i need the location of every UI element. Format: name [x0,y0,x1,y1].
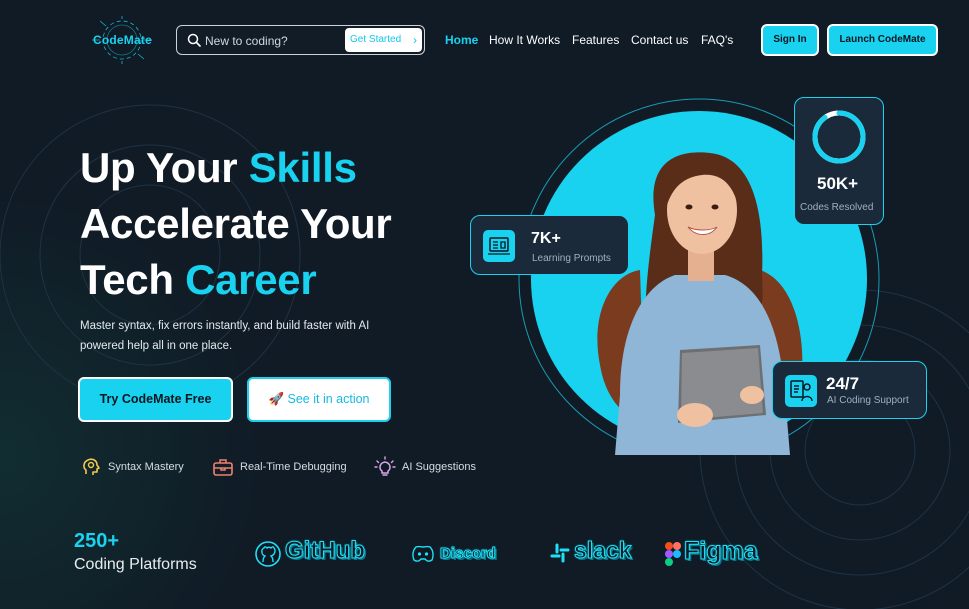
slack-icon [550,543,570,563]
github-icon [255,541,281,567]
screen-board-icon [483,230,515,262]
nav-features[interactable]: Features [572,33,619,47]
headline-line1: Up Your [80,144,249,191]
brain-bulb-icon [83,458,100,475]
search-input[interactable] [205,32,345,50]
see-it-in-action-button[interactable]: 🚀 See it in action [247,377,391,422]
launch-codemate-button[interactable]: Launch CodeMate [827,24,938,56]
github-logo: GitHub [285,537,366,565]
headline-accent-career: Career [185,256,317,303]
figma-icon [665,542,681,566]
feature-label: Syntax Mastery [108,461,184,473]
get-started-button[interactable]: Get Started › [345,28,422,52]
search-bar[interactable]: Get Started › [176,25,425,55]
landing-page: CodeMate Get Started › Home How It Works… [0,0,969,609]
platforms-label: Coding Platforms [74,556,197,573]
figma-logo: Figma [684,537,759,566]
sign-in-button[interactable]: Sign In [761,24,819,56]
nav-home[interactable]: Home [445,33,478,47]
feature-label: AI Suggestions [402,461,476,473]
support-label: AI Coding Support [827,395,909,406]
lightbulb-icon [374,456,396,476]
hero-subtext: Master syntax, fix errors instantly, and… [80,320,370,352]
get-started-label: Get Started [350,34,402,45]
hero-headline: Up Your Skills Accelerate Your Tech Care… [80,140,392,308]
codes-resolved-label: Codes Resolved [800,202,874,213]
headline-line3: Tech [80,256,186,303]
nav-contact-us[interactable]: Contact us [631,33,688,47]
codes-resolved-value: 50K+ [817,174,859,193]
nav-faqs[interactable]: FAQ's [701,33,733,47]
codes-resolved-card: 50K+ Codes Resolved [794,97,884,225]
progress-ring [812,110,866,164]
headline-line2: Accelerate Your [80,200,392,247]
support-agent-icon [785,375,817,407]
headline-accent-skills: Skills [248,144,357,191]
try-codemate-free-button[interactable]: Try CodeMate Free [78,377,233,422]
discord-icon [412,545,434,562]
slack-logo: slack [574,537,633,564]
support-value: 24/7 [826,374,860,393]
search-icon [187,33,201,47]
discord-logo: Discord [440,545,497,563]
feature-label: Real-Time Debugging [240,461,347,473]
platforms-count: 250+ [74,530,120,552]
learning-prompts-card: 7K+ Learning Prompts [470,215,629,275]
logo-wordmark[interactable]: CodeMate [93,33,152,47]
nav-how-it-works[interactable]: How It Works [489,33,560,47]
chevron-right-icon: › [413,33,417,47]
learning-prompts-label: Learning Prompts [532,253,611,264]
learning-prompts-value: 7K+ [531,230,561,247]
ai-coding-support-card: 24/7 AI Coding Support [772,361,927,419]
toolbox-icon [213,459,233,476]
